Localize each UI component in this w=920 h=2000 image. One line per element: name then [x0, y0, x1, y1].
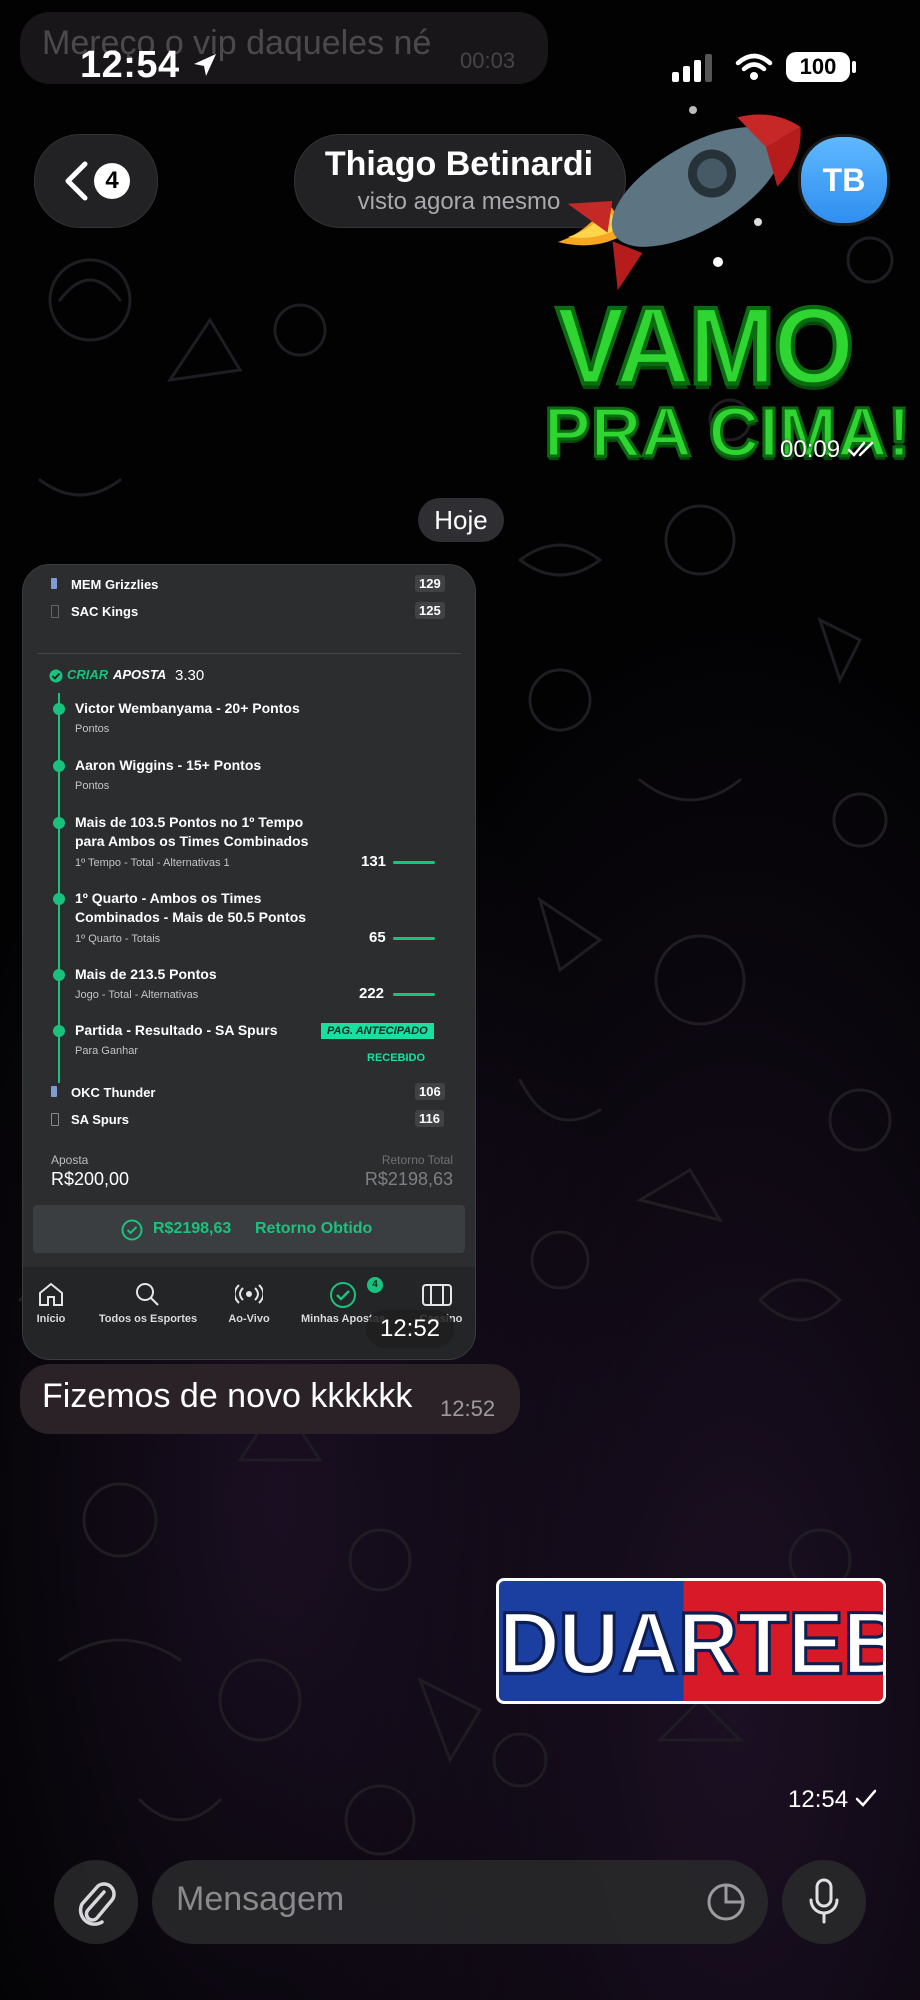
selection-check-icon	[53, 893, 65, 905]
live-icon	[235, 1284, 263, 1304]
team4-name: SA Spurs	[71, 1112, 130, 1127]
divider	[37, 653, 461, 654]
microphone-button[interactable]	[782, 1860, 866, 1944]
sent-timestamp: 12:54	[788, 1786, 877, 1814]
rocket-sticker-image[interactable]	[548, 92, 818, 292]
team3-name: OKC Thunder	[71, 1085, 156, 1100]
battery-cap	[852, 61, 856, 73]
selection-3-title-line2: para Ambos os Times Combinados	[75, 833, 309, 849]
retorno-obtido-bar	[33, 1205, 465, 1253]
bet-screenshot-image[interactable]: MEM Grizzlies 129 SAC Kings 125 CRIAR AP…	[22, 564, 476, 1360]
paperclip-icon	[78, 1882, 116, 1926]
selection-5-value: 222	[359, 985, 385, 1002]
previous-message-time: 00:03	[460, 48, 516, 73]
selection-6-title: Partida - Resultado - SA Spurs	[75, 1022, 278, 1038]
nav-ao-vivo: Ao-Vivo	[228, 1313, 270, 1325]
location-arrow-icon	[193, 54, 216, 76]
sent-time-text: 12:54	[788, 1786, 849, 1813]
status-time-text: 12:54	[80, 44, 180, 86]
team1-name: MEM Grizzlies	[71, 577, 159, 592]
obtido-value: R$2198,63	[153, 1220, 232, 1237]
obtido-label: Retorno Obtido	[255, 1220, 373, 1237]
status-time: 12:54	[80, 44, 219, 87]
sticker-timestamp: 00:09	[780, 436, 879, 464]
sticker-icon[interactable]	[706, 1882, 746, 1922]
unread-count-badge: 4	[94, 163, 130, 199]
selection-3-sub: 1º Tempo - Total - Alternativas 1	[75, 857, 230, 869]
attach-button[interactable]	[54, 1860, 138, 1944]
avatar[interactable]: TB	[798, 134, 890, 226]
selection-4-title-line2: Combinados - Mais de 50.5 Pontos	[75, 909, 307, 925]
cellular-signal-icon	[672, 54, 712, 82]
selection-check-icon	[53, 760, 65, 772]
image-timestamp: 12:52	[366, 1310, 454, 1348]
progress-bar	[393, 861, 435, 864]
nav-todos-esportes: Todos os Esportes	[98, 1313, 198, 1325]
selection-6-sub: Para Ganhar	[75, 1045, 138, 1057]
selection-2-title: Aaron Wiggins - 15+ Pontos	[75, 757, 262, 773]
team3-score: 106	[415, 1083, 445, 1100]
date-separator: Hoje	[418, 498, 504, 542]
my-bets-badge: 4	[367, 1277, 383, 1293]
selection-3-title-line1: Mais de 103.5 Pontos no 1º Tempo	[75, 814, 304, 830]
retorno-caption: Retorno Total	[381, 1153, 453, 1167]
recebido-label: RECEBIDO	[367, 1052, 426, 1064]
progress-bar	[393, 993, 435, 996]
selection-4-title-line1: 1º Quarto - Ambos os Times	[75, 890, 262, 906]
team-logo-icon	[51, 1086, 57, 1097]
duartebet-sticker-image[interactable]: DUARTEBET	[496, 1578, 886, 1704]
aposta-value: R$200,00	[51, 1169, 130, 1189]
duartebet-text: DUARTEBET	[499, 1592, 883, 1694]
team-logo-icon	[51, 605, 59, 618]
selection-5-title: Mais de 213.5 Pontos	[75, 966, 217, 982]
team2-name: SAC Kings	[71, 604, 139, 619]
aposta-label: APOSTA	[113, 667, 167, 682]
check-circle-icon	[121, 1219, 143, 1241]
selection-3-value: 131	[361, 853, 387, 870]
casino-icon	[422, 1284, 452, 1306]
team-logo-icon	[51, 1113, 59, 1126]
team2-score: 125	[415, 602, 445, 619]
progress-bar	[393, 937, 435, 940]
team4-score: 116	[415, 1110, 444, 1127]
selection-check-icon	[53, 703, 65, 715]
team-logo-icon	[51, 578, 57, 589]
selection-5-sub: Jogo - Total - Alternativas	[75, 989, 199, 1001]
battery-indicator: 100	[786, 52, 850, 82]
chevron-left-icon	[65, 161, 88, 201]
selection-1-title: Victor Wembanyama - 20+ Pontos	[75, 700, 300, 716]
retorno-value: R$2198,63	[364, 1169, 453, 1189]
message-input-placeholder: Mensagem	[176, 1880, 345, 1918]
selection-2-sub: Pontos	[75, 780, 110, 792]
pag-antecipado-badge: PAG. ANTECIPADO	[321, 1023, 434, 1039]
sticker-time-text: 00:09	[780, 436, 841, 463]
nav-inicio: Início	[36, 1313, 66, 1325]
selection-4-value: 65	[369, 929, 386, 946]
selection-check-icon	[53, 969, 65, 981]
selection-check-icon	[53, 817, 65, 829]
aposta-caption: Aposta	[51, 1153, 89, 1167]
bet-odds: 3.30	[175, 667, 205, 684]
selection-check-icon	[53, 1025, 65, 1037]
single-check-icon	[855, 1789, 876, 1807]
team1-score: 129	[415, 575, 445, 592]
criar-label: CRIAR	[67, 667, 109, 682]
selection-1-sub: Pontos	[75, 723, 110, 735]
check-circle-icon	[49, 669, 63, 683]
message-text: Fizemos de novo kkkkkk	[42, 1377, 413, 1415]
wifi-icon	[735, 53, 773, 80]
message-timestamp: 12:52	[440, 1396, 496, 1421]
microphone-icon	[809, 1878, 839, 1924]
selection-4-sub: 1º Quarto - Totais	[75, 933, 161, 945]
search-icon	[136, 1283, 159, 1306]
double-check-icon	[847, 441, 873, 457]
home-icon	[39, 1282, 63, 1306]
my-bets-icon	[330, 1282, 356, 1308]
